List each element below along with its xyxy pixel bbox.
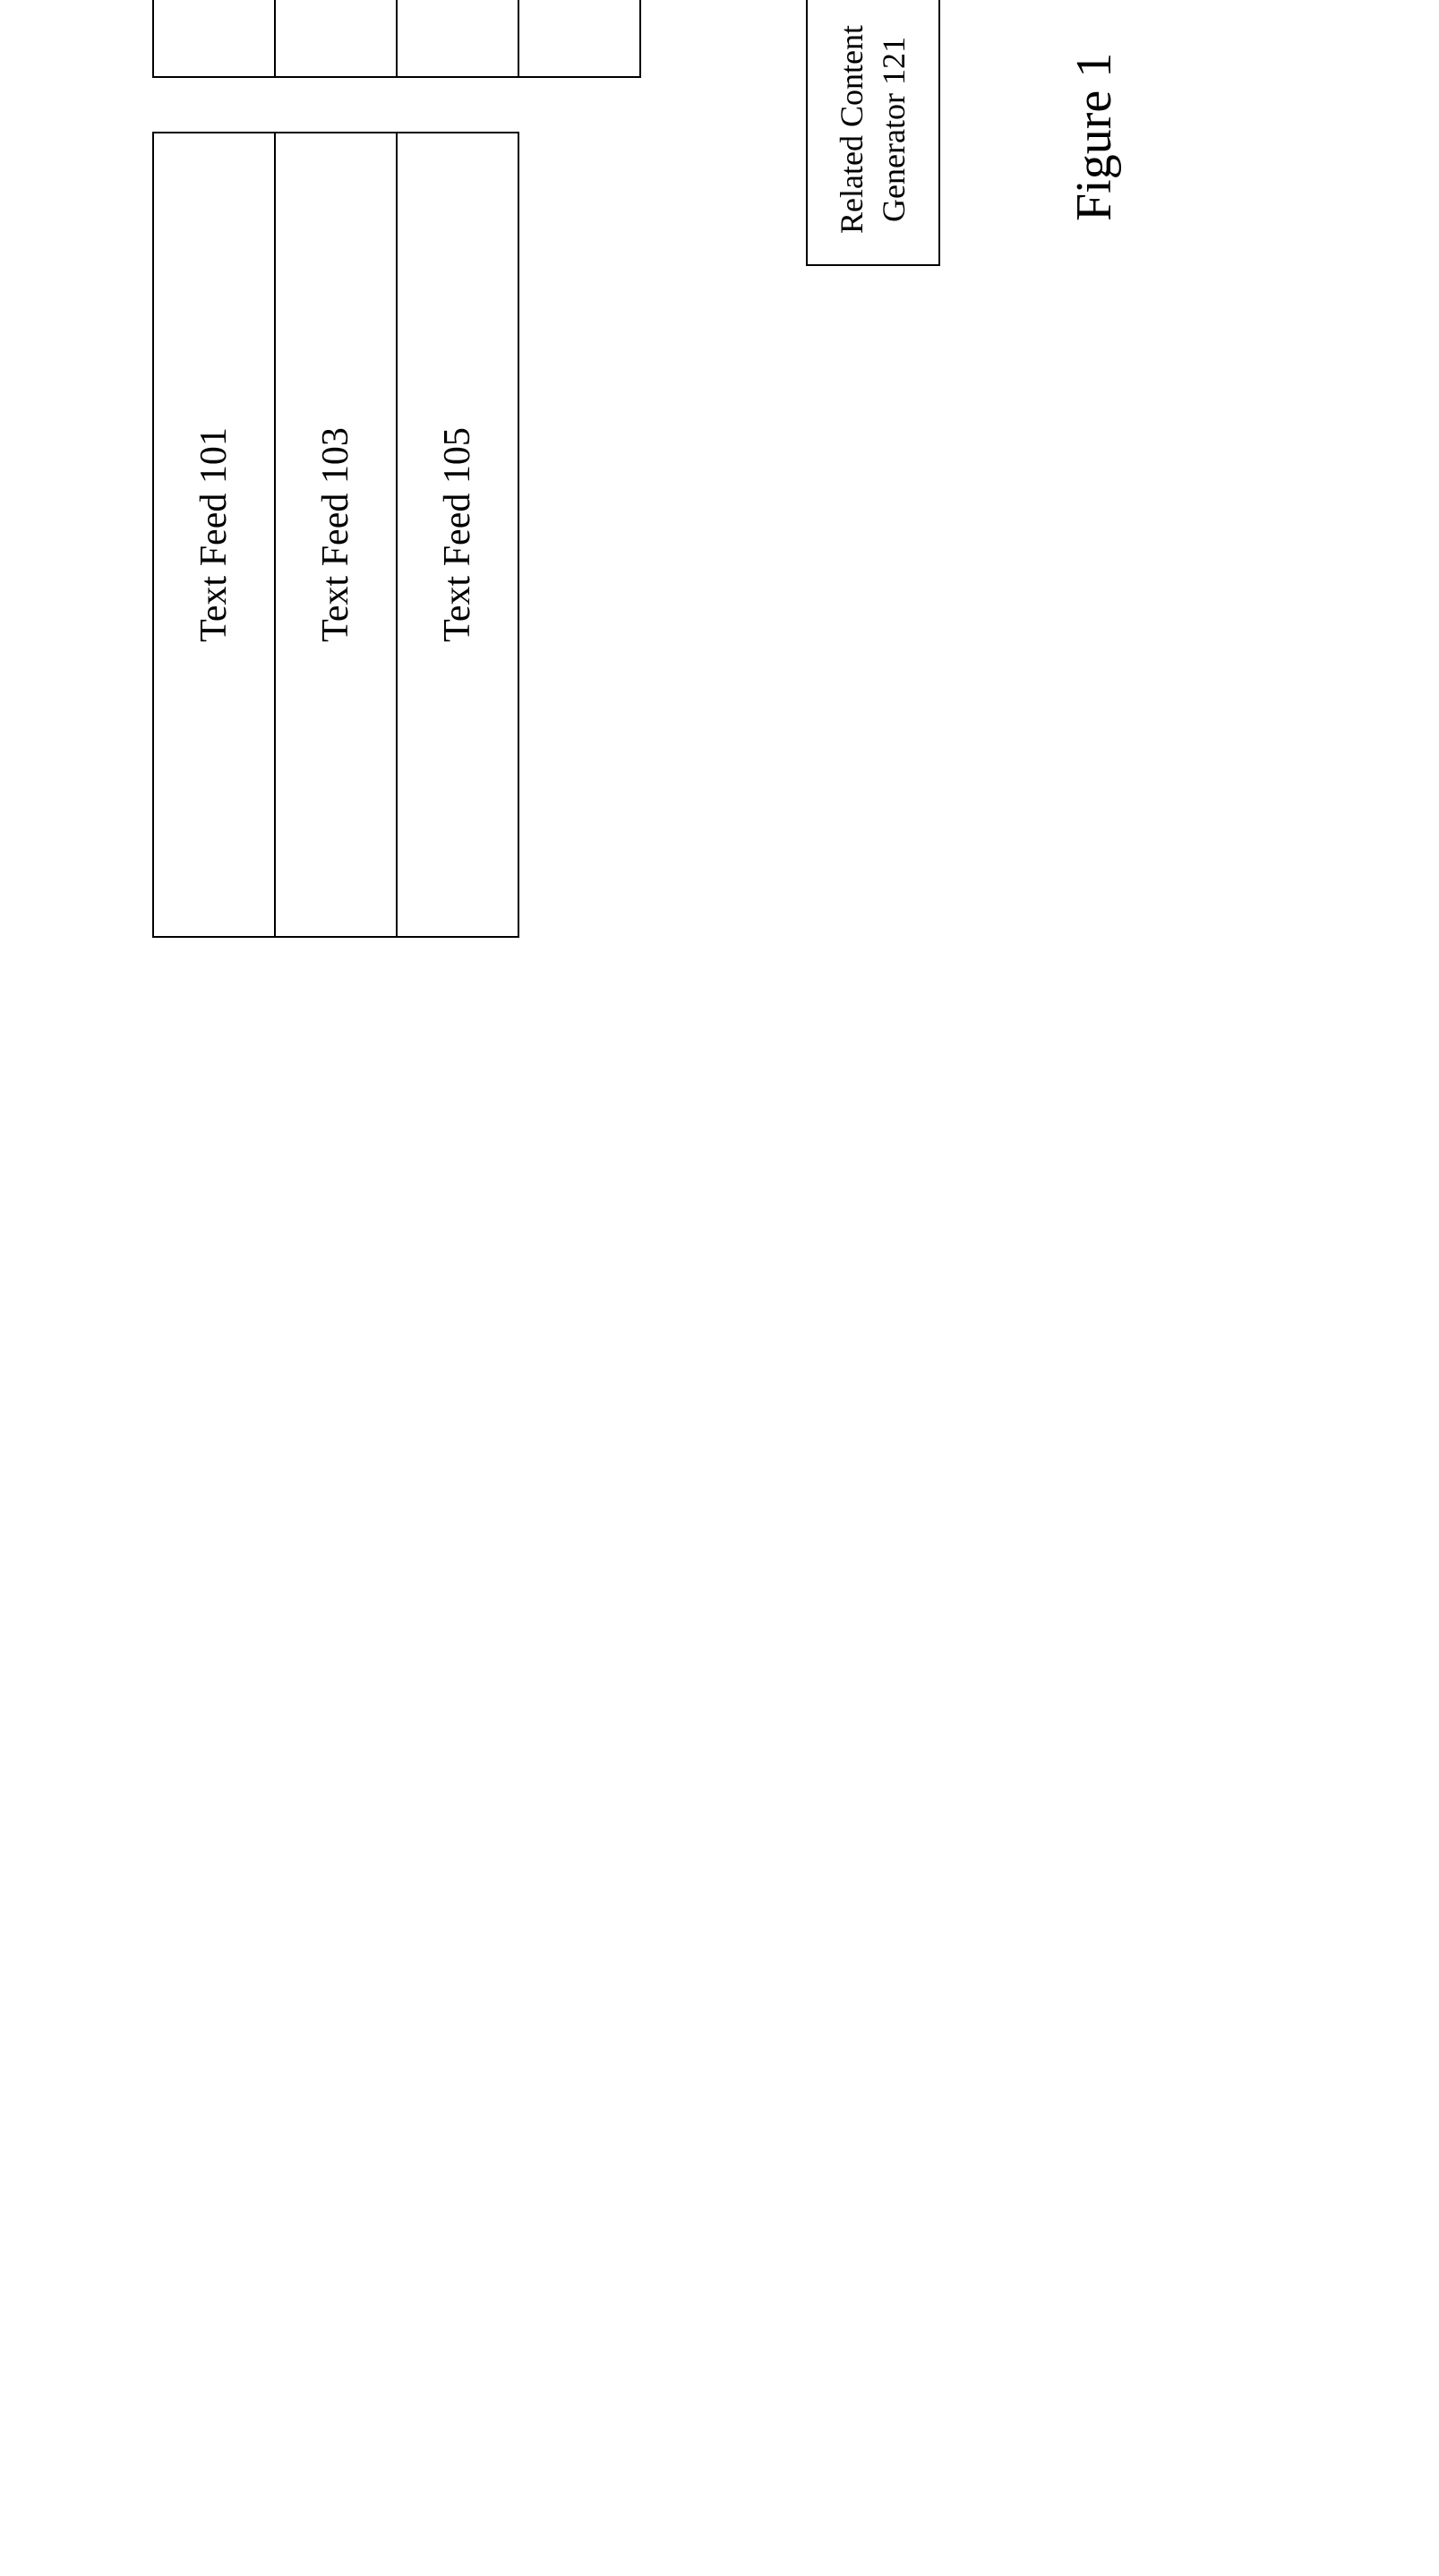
text-feed-box: Text Feed 117 [518,0,641,78]
figure-label: Figure 1 [1066,53,1123,221]
feed-group-right: Text Feed 111 Text Feed 113 Text Feed 11… [152,0,641,78]
text-feed-label: Text Feed 103 [314,427,357,642]
related-content-generator-box: Related Content Generator 121 [806,0,940,266]
text-feed-box: Text Feed 103 [274,132,398,938]
text-feed-box: Text Feed 115 [396,0,519,78]
text-feed-label: Text Feed 101 [193,427,236,642]
feed-group-left: Text Feed 101 Text Feed 103 Text Feed 10… [152,132,641,938]
feed-groups: Text Feed 101 Text Feed 103 Text Feed 10… [152,0,641,938]
generator-line-1: Related Content [831,25,873,234]
text-feed-box: Text Feed 105 [396,132,519,938]
text-feed-box: Text Feed 101 [152,132,276,938]
text-feed-box: Text Feed 113 [274,0,398,78]
text-feed-label: Text Feed 105 [436,427,479,642]
text-feed-box: Text Feed 111 [152,0,276,78]
generator-line-2: Generator 121 [873,37,915,222]
